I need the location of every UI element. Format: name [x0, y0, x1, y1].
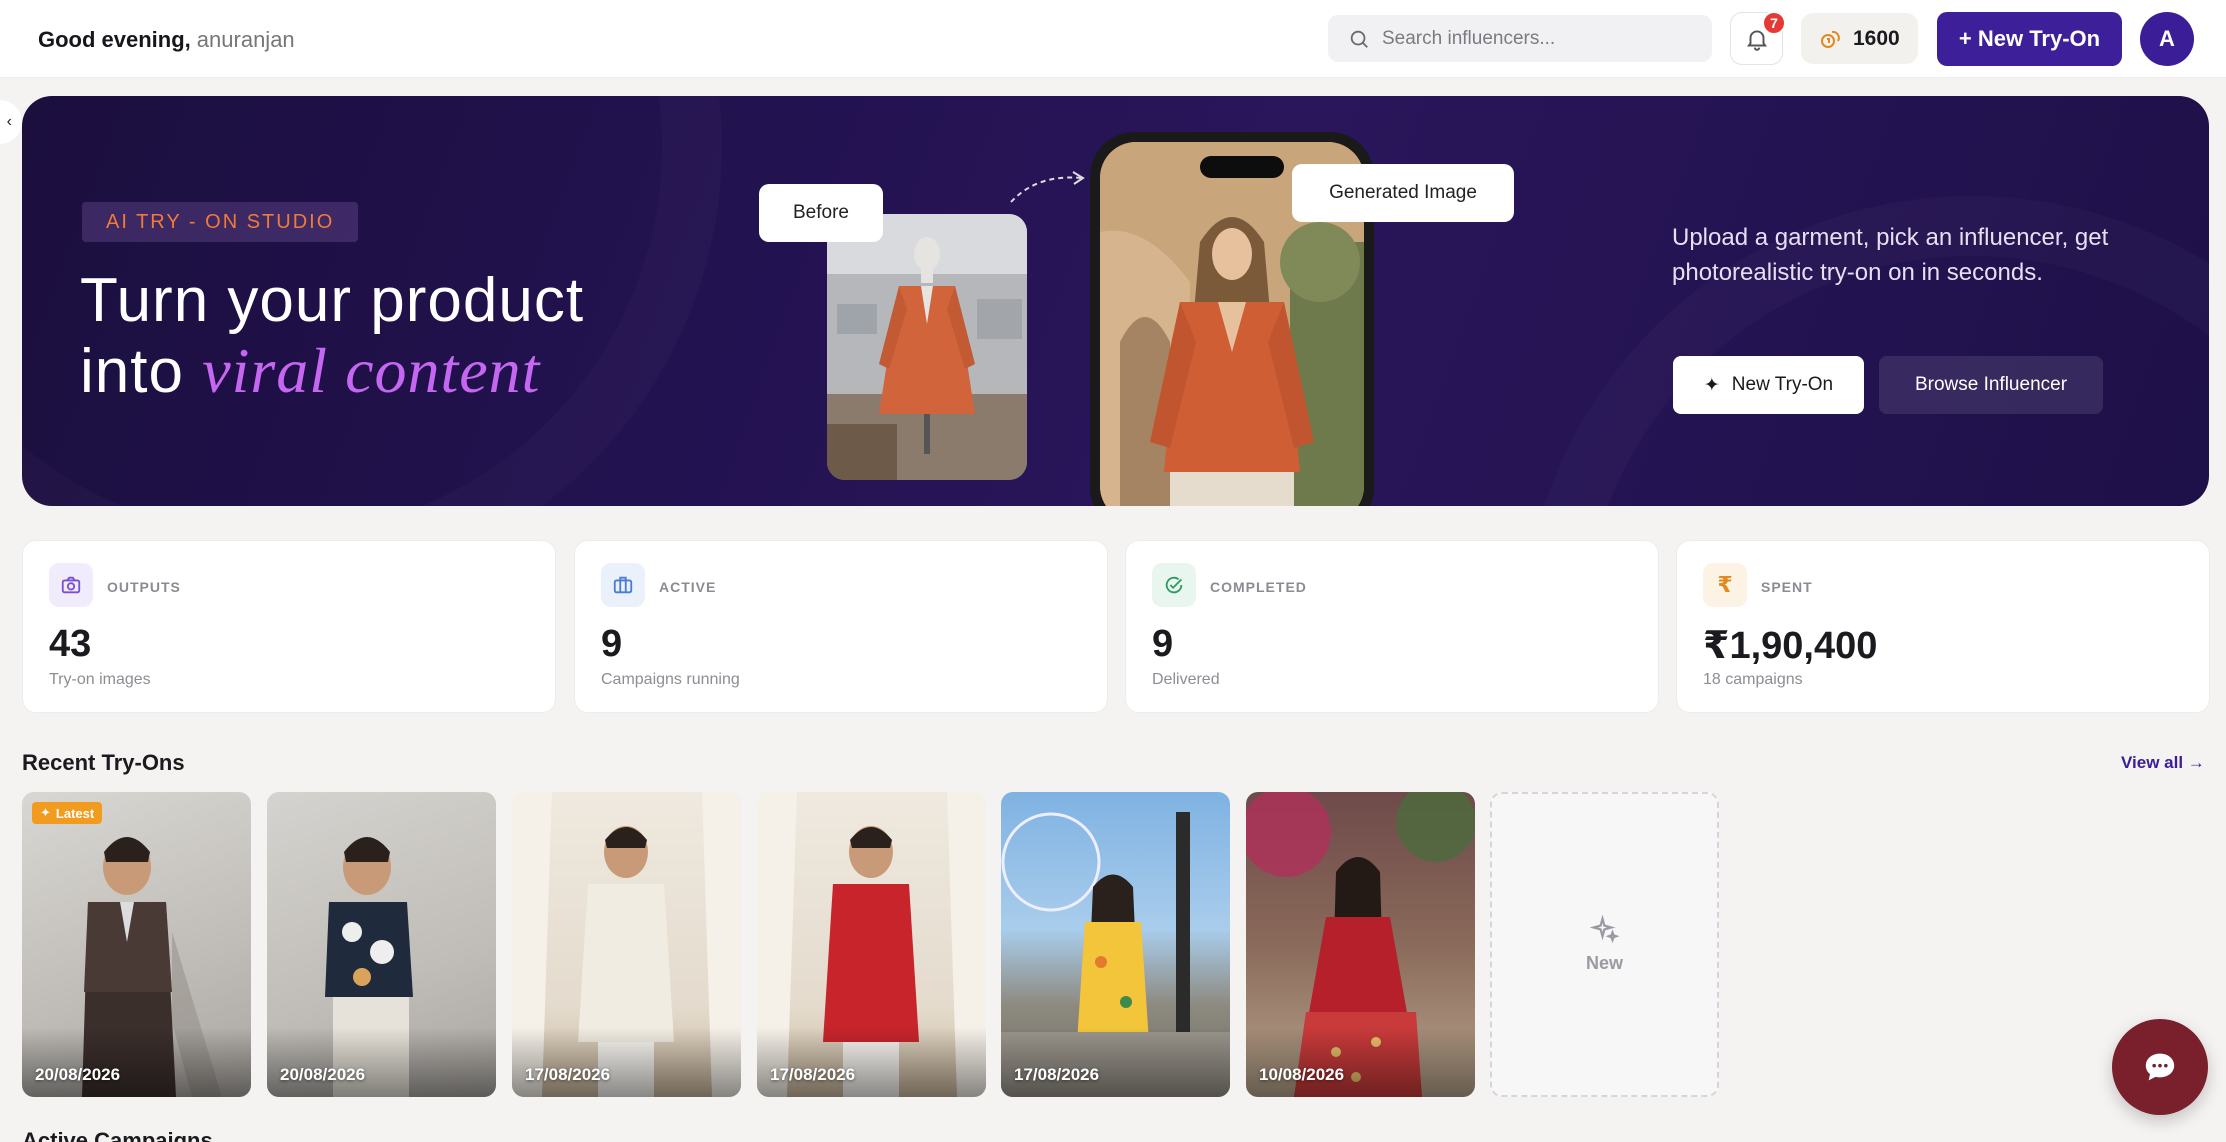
phone-notch: [1200, 156, 1284, 178]
before-image: [827, 214, 1027, 480]
active-campaigns-title: Active Campaigns: [22, 1128, 213, 1142]
browse-influencer-button[interactable]: Browse Influencer: [1879, 356, 2103, 414]
greeting-text: Good evening,: [38, 27, 191, 52]
thumbnail-shade: [757, 1027, 986, 1097]
stat-sub: Delivered: [1152, 671, 1220, 688]
camera-icon: [49, 563, 93, 607]
thumbnail-shade: [1001, 1027, 1230, 1097]
new-tryon-button[interactable]: + New Try-On: [1937, 12, 2122, 66]
stat-card-completed: COMPLETED 9 Delivered: [1125, 540, 1659, 713]
sparkle-icon: ✦: [40, 805, 51, 820]
sparkles-icon: [1589, 915, 1620, 944]
stat-sub: 18 campaigns: [1703, 671, 1803, 688]
chevron-left-icon: ‹: [6, 113, 12, 130]
stat-sub: Try-on images: [49, 671, 151, 688]
stat-value: 9: [1152, 623, 1174, 665]
briefcase-icon: [601, 563, 645, 607]
search-icon: [1350, 30, 1368, 48]
hero-title-prefix: into: [80, 337, 184, 406]
tryon-thumbnail[interactable]: 20/08/2026: [267, 792, 496, 1097]
recent-tryons-title: Recent Try-Ons: [22, 750, 185, 775]
sparkle-icon: ✦: [1703, 374, 1720, 396]
chat-icon: [2145, 1053, 2175, 1081]
hero-new-tryon-label: New Try-On: [1731, 374, 1834, 395]
greeting-username: anuranjan: [196, 27, 295, 52]
thumbnail-shade: [1246, 1027, 1475, 1097]
credits-value: 1600: [1853, 26, 1900, 50]
stat-label: OUTPUTS: [107, 579, 181, 595]
stat-label: ACTIVE: [659, 579, 717, 595]
new-tryon-card[interactable]: New: [1490, 792, 1719, 1097]
top-bar: Good evening,anuranjan 7 1600 + New Try-…: [0, 0, 2226, 78]
hero-new-tryon-button[interactable]: ✦ New Try-On: [1673, 356, 1864, 414]
hero-description: Upload a garment, pick an influencer, ge…: [1672, 224, 2109, 286]
rupee-icon: ₹: [1703, 563, 1747, 607]
coins-icon: [1821, 30, 1840, 48]
stat-card-spent: ₹ SPENT ₹1,90,400 18 campaigns: [1676, 540, 2210, 713]
stat-value: 9: [601, 623, 623, 665]
notification-badge: 7: [1762, 11, 1786, 35]
stat-sub: Campaigns running: [601, 671, 740, 688]
notifications-button[interactable]: 7: [1730, 11, 1786, 65]
latest-badge: ✦ Latest: [32, 802, 103, 824]
tryon-date: 17/08/2026: [1014, 1065, 1100, 1084]
tryon-thumbnail[interactable]: ✦ Latest 20/08/2026: [22, 792, 251, 1097]
hero-tag: AI TRY - ON STUDIO: [82, 202, 359, 242]
search-input[interactable]: [1382, 27, 1682, 50]
thumbnail-shade: [22, 1027, 251, 1097]
search-box[interactable]: [1328, 15, 1712, 62]
tryon-date: 17/08/2026: [525, 1065, 611, 1084]
check-circle-icon: [1152, 563, 1196, 607]
before-label: Before: [759, 184, 883, 242]
generated-image-label: Generated Image: [1292, 164, 1514, 222]
hero-title-line2: into viral content: [80, 336, 584, 407]
tryon-thumbnail[interactable]: 17/08/2026: [1001, 792, 1230, 1097]
avatar[interactable]: A: [2140, 12, 2194, 66]
tryon-date: 10/08/2026: [1259, 1065, 1345, 1084]
hero-title-emphasis: viral content: [202, 335, 541, 406]
latest-badge-text: Latest: [55, 805, 95, 821]
thumbnail-shade: [267, 1027, 496, 1097]
thumbnail-shade: [512, 1027, 741, 1097]
chat-button[interactable]: [2112, 1019, 2208, 1115]
stat-card-outputs: OUTPUTS 43 Try-on images: [22, 540, 556, 713]
tryon-date: 20/08/2026: [280, 1065, 366, 1084]
tryon-thumbnail[interactable]: 17/08/2026: [512, 792, 741, 1097]
tryon-date: 17/08/2026: [770, 1065, 856, 1084]
view-all-link[interactable]: View all →: [2121, 753, 2205, 773]
stat-card-active: ACTIVE 9 Campaigns running: [574, 540, 1108, 713]
stat-label: COMPLETED: [1210, 579, 1307, 595]
stat-value: 43: [49, 623, 92, 665]
curved-arrow-icon: [1010, 171, 1085, 203]
hero-title: Turn your product into viral content: [80, 266, 584, 407]
tryon-thumbnail[interactable]: 10/08/2026: [1246, 792, 1475, 1097]
tryon-thumbnail[interactable]: 17/08/2026: [757, 792, 986, 1097]
new-card-label: New: [1585, 953, 1623, 973]
credits-display[interactable]: 1600: [1801, 13, 1918, 64]
stat-value: ₹1,90,400: [1703, 625, 1878, 667]
tryon-date: 20/08/2026: [35, 1065, 121, 1084]
greeting: Good evening, anuranjan: [38, 27, 295, 53]
sidebar-toggle[interactable]: ‹: [0, 100, 22, 144]
stat-label: SPENT: [1761, 579, 1813, 595]
hero-title-line1: Turn your product: [80, 266, 585, 335]
hero-banner: AI TRY - ON STUDIO Turn your product int…: [22, 96, 2209, 506]
